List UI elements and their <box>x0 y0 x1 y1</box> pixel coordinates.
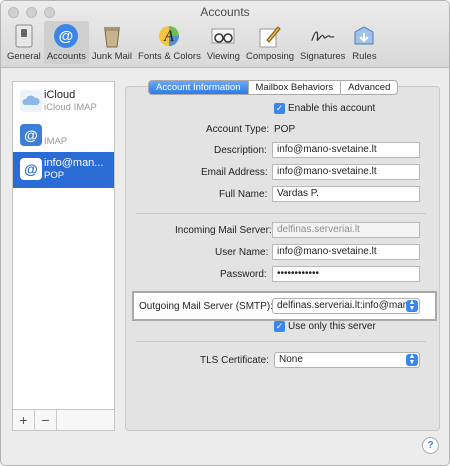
password-field[interactable]: •••••••••••• <box>272 266 420 282</box>
tls-certificate-label: TLS Certificate: <box>200 355 269 366</box>
add-account-button[interactable]: + <box>13 410 35 430</box>
glasses-icon <box>210 23 236 49</box>
tab-accounts[interactable]: @ Accounts <box>43 21 89 64</box>
description-field[interactable]: info@mano-svetaine.lt <box>272 142 420 158</box>
preferences-tabs: General @ Accounts Junk Mail A Fonts & C… <box>4 21 380 64</box>
use-only-server-label: Use only this server <box>288 321 376 332</box>
trash-icon <box>99 23 125 49</box>
use-only-server-checkbox[interactable]: ✓ <box>274 321 285 332</box>
account-type-value: POP <box>274 124 296 135</box>
remove-account-button[interactable]: − <box>35 410 57 430</box>
account-item-icloud[interactable]: iCloud iCloud IMAP <box>13 84 114 120</box>
cloud-icon <box>20 90 42 112</box>
pencil-icon <box>257 23 283 49</box>
email-field[interactable]: info@mano-svetaine.lt <box>272 164 420 180</box>
svg-text:A: A <box>164 28 175 45</box>
switch-icon <box>11 23 37 49</box>
incoming-server-label: Incoming Mail Server: <box>175 225 272 236</box>
tls-certificate-popup[interactable]: None ▲ ▼ <box>274 352 420 368</box>
accounts-window: Accounts General @ Accounts Junk Mail A … <box>0 0 450 466</box>
svg-text:@: @ <box>59 28 74 45</box>
at-icon: @ <box>53 23 79 49</box>
popup-arrows-icon: ▲ ▼ <box>406 299 418 312</box>
tab-junk-mail[interactable]: Junk Mail <box>89 21 135 64</box>
account-item-pop[interactable]: @ info@man... POP <box>13 152 114 188</box>
accounts-list: iCloud iCloud IMAP @ IMAP @ info@man... … <box>12 81 115 431</box>
user-name-field[interactable]: info@mano-svetaine.lt <box>272 244 420 260</box>
window-title: Accounts <box>200 5 250 19</box>
divider <box>136 213 426 214</box>
account-item-imap[interactable]: @ IMAP <box>13 118 114 154</box>
tab-account-information[interactable]: Account Information <box>149 81 249 94</box>
signature-icon <box>310 23 336 49</box>
tab-viewing[interactable]: Viewing <box>204 21 243 64</box>
fonts-icon: A <box>156 23 182 49</box>
outgoing-server-label: Outgoing Mail Server (SMTP): <box>139 301 273 312</box>
enable-account-checkbox[interactable]: ✓ <box>274 103 285 114</box>
description-label: Description: <box>214 145 267 156</box>
account-tabs: Account Information Mailbox Behaviors Ad… <box>148 80 399 95</box>
at-icon: @ <box>20 158 42 180</box>
tab-advanced[interactable]: Advanced <box>341 81 397 94</box>
rules-icon <box>351 23 377 49</box>
user-name-label: User Name: <box>215 247 269 258</box>
full-name-label: Full Name: <box>219 189 268 200</box>
popup-arrows-icon: ▲ ▼ <box>406 353 418 366</box>
outgoing-server-value: delfinas.serveriai.lt:info@mano <box>277 300 414 311</box>
at-icon: @ <box>20 124 42 146</box>
password-label: Password: <box>220 269 267 280</box>
account-type-label: Account Type: <box>206 124 270 135</box>
tab-composing[interactable]: Composing <box>243 21 297 64</box>
tab-general[interactable]: General <box>4 21 44 64</box>
divider <box>136 341 426 342</box>
incoming-server-field[interactable]: delfinas.serveriai.lt <box>272 222 420 238</box>
tab-rules[interactable]: Rules <box>348 21 380 64</box>
tls-certificate-value: None <box>279 354 303 365</box>
outgoing-server-popup[interactable]: delfinas.serveriai.lt:info@mano ▲ ▼ <box>272 298 420 314</box>
enable-account-label: Enable this account <box>288 103 376 114</box>
email-label: Email Address: <box>201 167 268 178</box>
full-name-field[interactable]: Vardas P. <box>272 186 420 202</box>
tab-fonts-colors[interactable]: A Fonts & Colors <box>135 21 204 64</box>
help-button[interactable]: ? <box>422 437 439 454</box>
tab-mailbox-behaviors[interactable]: Mailbox Behaviors <box>249 81 342 94</box>
tab-signatures[interactable]: Signatures <box>297 21 348 64</box>
accounts-list-footer: + − <box>12 409 115 431</box>
toolbar: Accounts General @ Accounts Junk Mail A … <box>1 1 449 68</box>
